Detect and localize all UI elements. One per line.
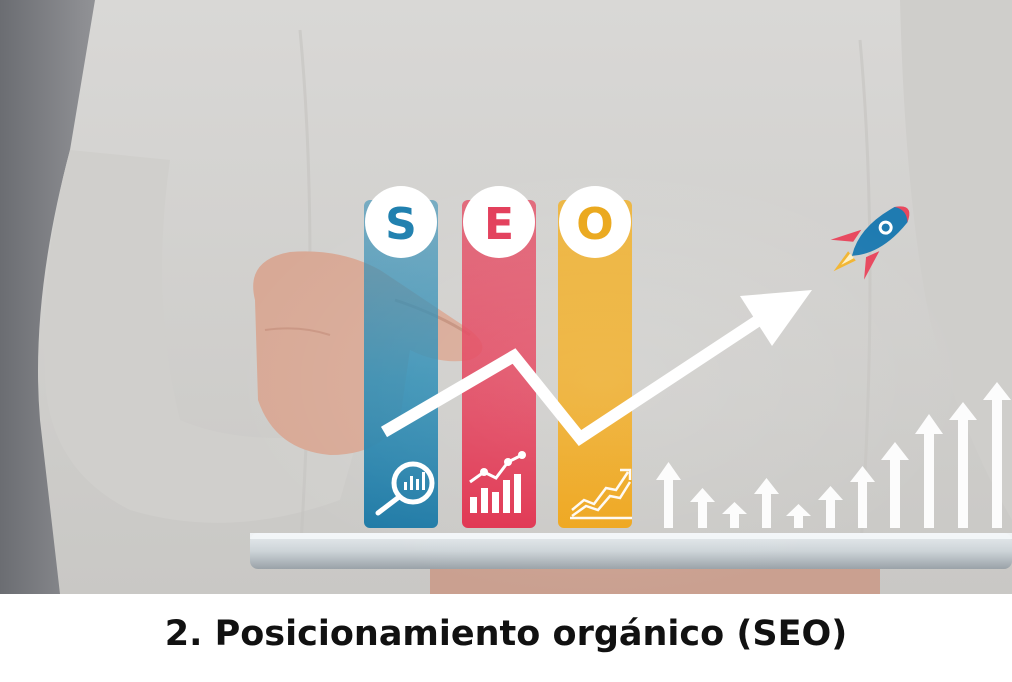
- seo-hero-image: S E O: [0, 0, 1012, 594]
- caption: 2. Posicionamiento orgánico (SEO): [0, 594, 1012, 682]
- section-title: 2. Posicionamiento orgánico (SEO): [164, 614, 848, 654]
- seo-illustration: S E O: [0, 0, 1012, 594]
